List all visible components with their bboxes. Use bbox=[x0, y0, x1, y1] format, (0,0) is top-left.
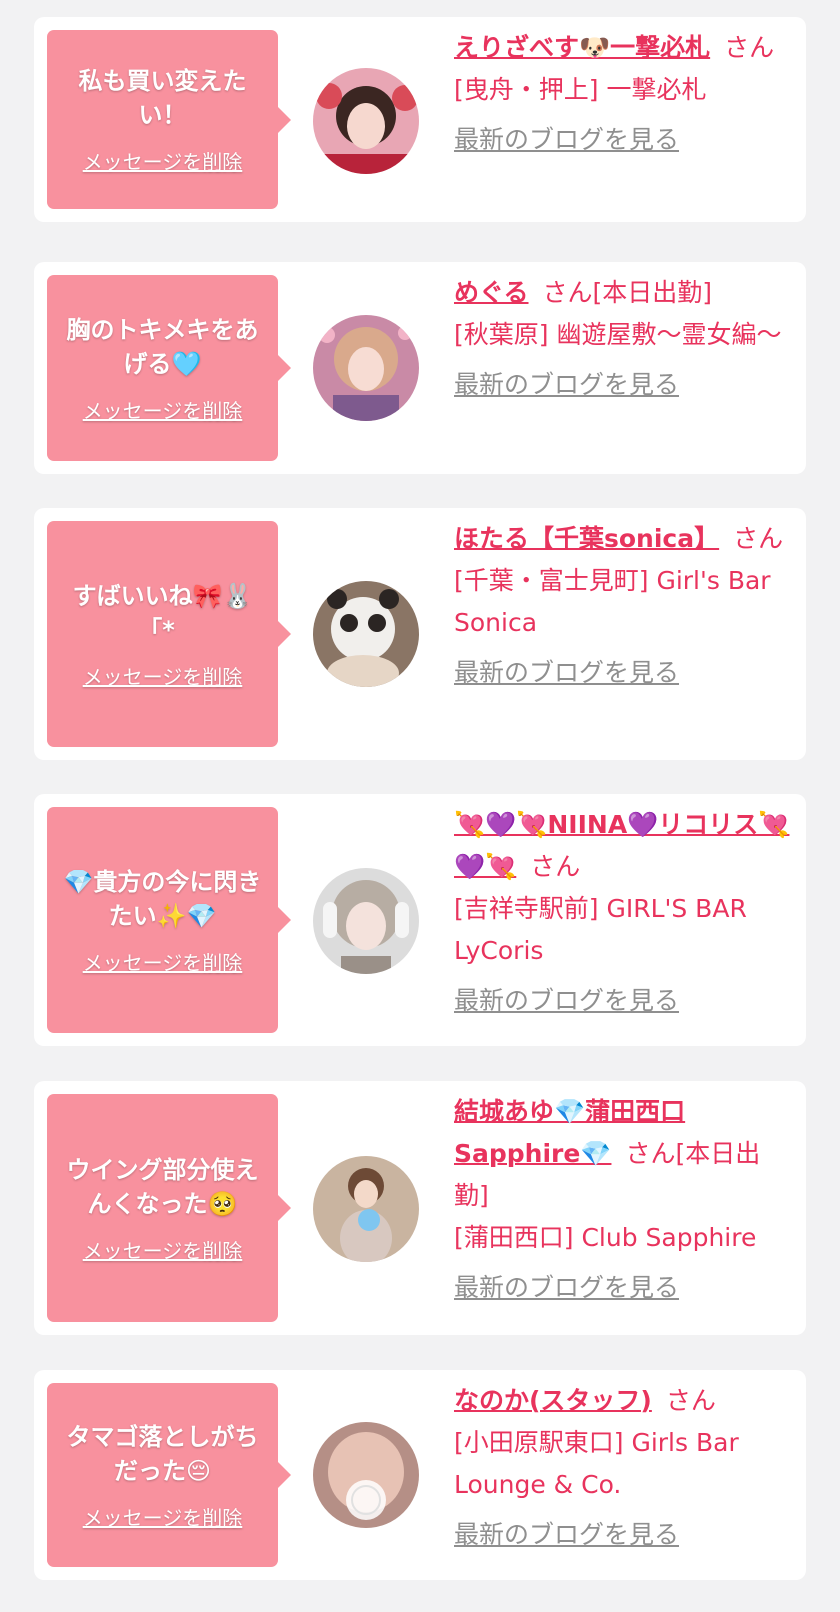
message-bubble: タマゴ落としがちだった😔 メッセージを削除 bbox=[47, 1383, 291, 1567]
message-bubble: ウイング部分使えんくなった🥺 メッセージを削除 bbox=[47, 1094, 291, 1322]
honorific: さん bbox=[625, 1139, 676, 1168]
latest-blog-link[interactable]: 最新のブログを見る bbox=[454, 123, 679, 157]
message-card: すばいいね🎀🐰 ｢* メッセージを削除 ほたる【千葉sonica】 さん [千葉・… bbox=[34, 508, 806, 760]
latest-blog-link[interactable]: 最新のブログを見る bbox=[454, 984, 679, 1018]
profile-info: ほたる【千葉sonica】 さん [千葉・富士見町] Girl's Bar Son… bbox=[454, 518, 794, 694]
delete-message-link[interactable]: メッセージを削除 bbox=[83, 1235, 243, 1264]
avatar[interactable] bbox=[313, 1156, 419, 1262]
profile-info: めぐる さん[本日出勤] [秋葉原] 幽遊屋敷～霊女編～ 最新のブログを見る bbox=[454, 272, 794, 406]
latest-blog-link[interactable]: 最新のブログを見る bbox=[454, 1271, 679, 1305]
profile-name-link[interactable]: ほたる【千葉sonica】 bbox=[454, 524, 719, 553]
message-bubble: 胸のトキメキをあげる🩵 メッセージを削除 bbox=[47, 275, 291, 461]
message-text: 胸のトキメキをあげる🩵 bbox=[66, 315, 259, 378]
avatar[interactable] bbox=[313, 68, 419, 174]
profile-info: 💘💜💘NIINA💜リコリス💘💜💘 さん [吉祥寺駅前] GIRL'S BAR Ly… bbox=[454, 804, 794, 1022]
avatar[interactable] bbox=[313, 1422, 419, 1528]
latest-blog-link[interactable]: 最新のブログを見る bbox=[454, 368, 679, 402]
honorific: さん bbox=[724, 33, 775, 62]
avatar[interactable] bbox=[313, 868, 419, 974]
message-bubble: すばいいね🎀🐰 ｢* メッセージを削除 bbox=[47, 521, 291, 747]
attendance-status: [本日出勤] bbox=[592, 278, 713, 307]
latest-blog-link[interactable]: 最新のブログを見る bbox=[454, 1518, 679, 1552]
avatar[interactable] bbox=[313, 315, 419, 421]
message-card: 💎貴方の今に閃きたい✨💎 メッセージを削除 💘💜💘NIINA💜リコリス💘💜💘 さん… bbox=[34, 794, 806, 1046]
message-card: 私も買い変えたい！ メッセージを削除 えりざべす🐶一撃必札 さん [曳舟・押上] … bbox=[34, 17, 806, 222]
shop-info: [秋葉原] 幽遊屋敷～霊女編～ bbox=[454, 320, 782, 349]
message-text: タマゴ落としがちだった😔 bbox=[66, 1422, 259, 1485]
message-card: タマゴ落としがちだった😔 メッセージを削除 なのか(スタッフ) さん [小田原駅東… bbox=[34, 1370, 806, 1580]
shop-info: [千葉・富士見町] Girl's Bar Sonica bbox=[454, 566, 771, 637]
message-text: 私も買い変えたい！ bbox=[78, 67, 247, 129]
honorific: さん bbox=[530, 852, 581, 881]
profile-info: 結城あゆ💎蒲田西口Sapphire💎 さん[本日出勤] [蒲田西口] Club S… bbox=[454, 1091, 794, 1309]
latest-blog-link[interactable]: 最新のブログを見る bbox=[454, 656, 679, 690]
avatar[interactable] bbox=[313, 581, 419, 687]
message-bubble: 💎貴方の今に閃きたい✨💎 メッセージを削除 bbox=[47, 807, 291, 1033]
shop-info: [小田原駅東口] Girls Bar Lounge & Co. bbox=[454, 1428, 739, 1499]
message-text: すばいいね🎀🐰 ｢* bbox=[72, 581, 253, 644]
message-card: ウイング部分使えんくなった🥺 メッセージを削除 結城あゆ💎蒲田西口Sapphir… bbox=[34, 1081, 806, 1335]
shop-info: [吉祥寺駅前] GIRL'S BAR LyCoris bbox=[454, 894, 747, 965]
honorific: さん bbox=[542, 278, 593, 307]
profile-name-link[interactable]: えりざべす🐶一撃必札 bbox=[454, 33, 710, 62]
delete-message-link[interactable]: メッセージを削除 bbox=[83, 1502, 243, 1531]
delete-message-link[interactable]: メッセージを削除 bbox=[83, 395, 243, 424]
message-list: 私も買い変えたい！ メッセージを削除 えりざべす🐶一撃必札 さん [曳舟・押上] … bbox=[0, 0, 840, 1612]
honorific: さん bbox=[733, 524, 784, 553]
shop-info: [曳舟・押上] 一撃必札 bbox=[454, 75, 707, 104]
message-bubble: 私も買い変えたい！ メッセージを削除 bbox=[47, 30, 291, 209]
profile-name-link[interactable]: めぐる bbox=[454, 278, 529, 307]
message-text: 💎貴方の今に閃きたい✨💎 bbox=[63, 867, 262, 930]
shop-info: [蒲田西口] Club Sapphire bbox=[454, 1223, 757, 1252]
delete-message-link[interactable]: メッセージを削除 bbox=[83, 661, 243, 690]
profile-name-link[interactable]: 💘💜💘NIINA💜リコリス💘💜💘 bbox=[454, 810, 789, 881]
delete-message-link[interactable]: メッセージを削除 bbox=[83, 146, 243, 175]
profile-info: なのか(スタッフ) さん [小田原駅東口] Girls Bar Lounge & … bbox=[454, 1380, 794, 1556]
delete-message-link[interactable]: メッセージを削除 bbox=[83, 947, 243, 976]
profile-name-link[interactable]: なのか(スタッフ) bbox=[454, 1386, 652, 1415]
message-card: 胸のトキメキをあげる🩵 メッセージを削除 めぐる さん[本日出勤] [秋葉原] 幽… bbox=[34, 262, 806, 474]
profile-info: えりざべす🐶一撃必札 さん [曳舟・押上] 一撃必札 最新のブログを見る bbox=[454, 27, 794, 161]
message-text: ウイング部分使えんくなった🥺 bbox=[66, 1155, 259, 1218]
honorific: さん bbox=[665, 1386, 716, 1415]
